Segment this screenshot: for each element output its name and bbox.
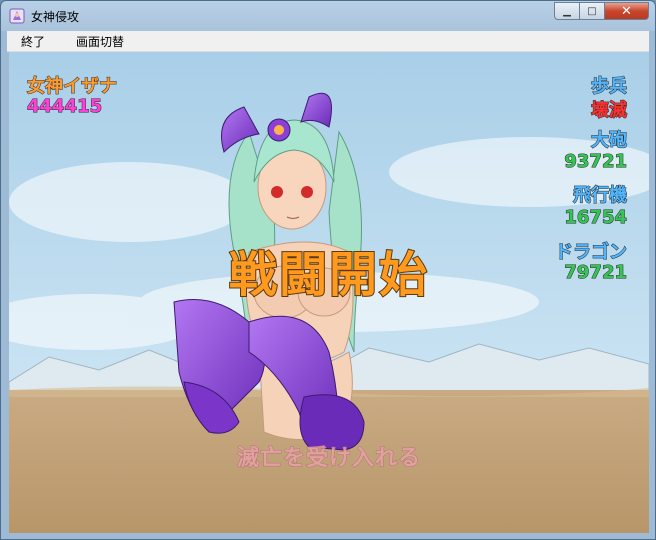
enemy-status-infantry: 壊滅 xyxy=(591,100,628,122)
maximize-button[interactable]: □ xyxy=(580,2,605,20)
minimize-button[interactable]: ▁ xyxy=(554,2,580,20)
close-button[interactable]: ✕ xyxy=(605,2,649,20)
maximize-icon: □ xyxy=(587,5,597,17)
app-icon xyxy=(9,8,25,24)
minimize-icon: ▁ xyxy=(563,5,571,17)
close-icon: ✕ xyxy=(621,3,632,19)
surrender-prompt[interactable]: 滅亡を受け入れる xyxy=(9,440,649,472)
window-title: 女神侵攻 xyxy=(31,10,80,24)
window-controls: ▁ □ ✕ xyxy=(554,2,649,20)
menu-item-toggle-screen[interactable]: 画面切替 xyxy=(58,33,137,50)
enemy-count-cannon: 93721 xyxy=(564,151,628,173)
game-canvas[interactable]: 女神イザナ 444415 歩兵 壊滅 大砲 93721 飛行機 16754 ドラ… xyxy=(9,52,649,533)
title-bar[interactable]: 女神侵攻 ▁ □ ✕ xyxy=(1,1,655,31)
game-window: 女神侵攻 ▁ □ ✕ 終了 画面切替 女神イザナ 444415 歩兵 壊滅 大砲… xyxy=(0,0,656,540)
enemy-label-infantry: 歩兵 xyxy=(591,76,628,98)
enemy-label-cannon: 大砲 xyxy=(591,130,628,152)
enemy-count-aircraft: 16754 xyxy=(564,207,628,229)
goddess-hp: 444415 xyxy=(26,96,103,118)
battle-start-banner: 戦闘開始 xyxy=(228,246,429,304)
goddess-name: 女神イザナ xyxy=(27,76,118,98)
menu-bar: 終了 画面切替 xyxy=(7,31,649,52)
enemy-label-aircraft: 飛行機 xyxy=(573,185,628,207)
menu-item-quit[interactable]: 終了 xyxy=(7,33,58,50)
